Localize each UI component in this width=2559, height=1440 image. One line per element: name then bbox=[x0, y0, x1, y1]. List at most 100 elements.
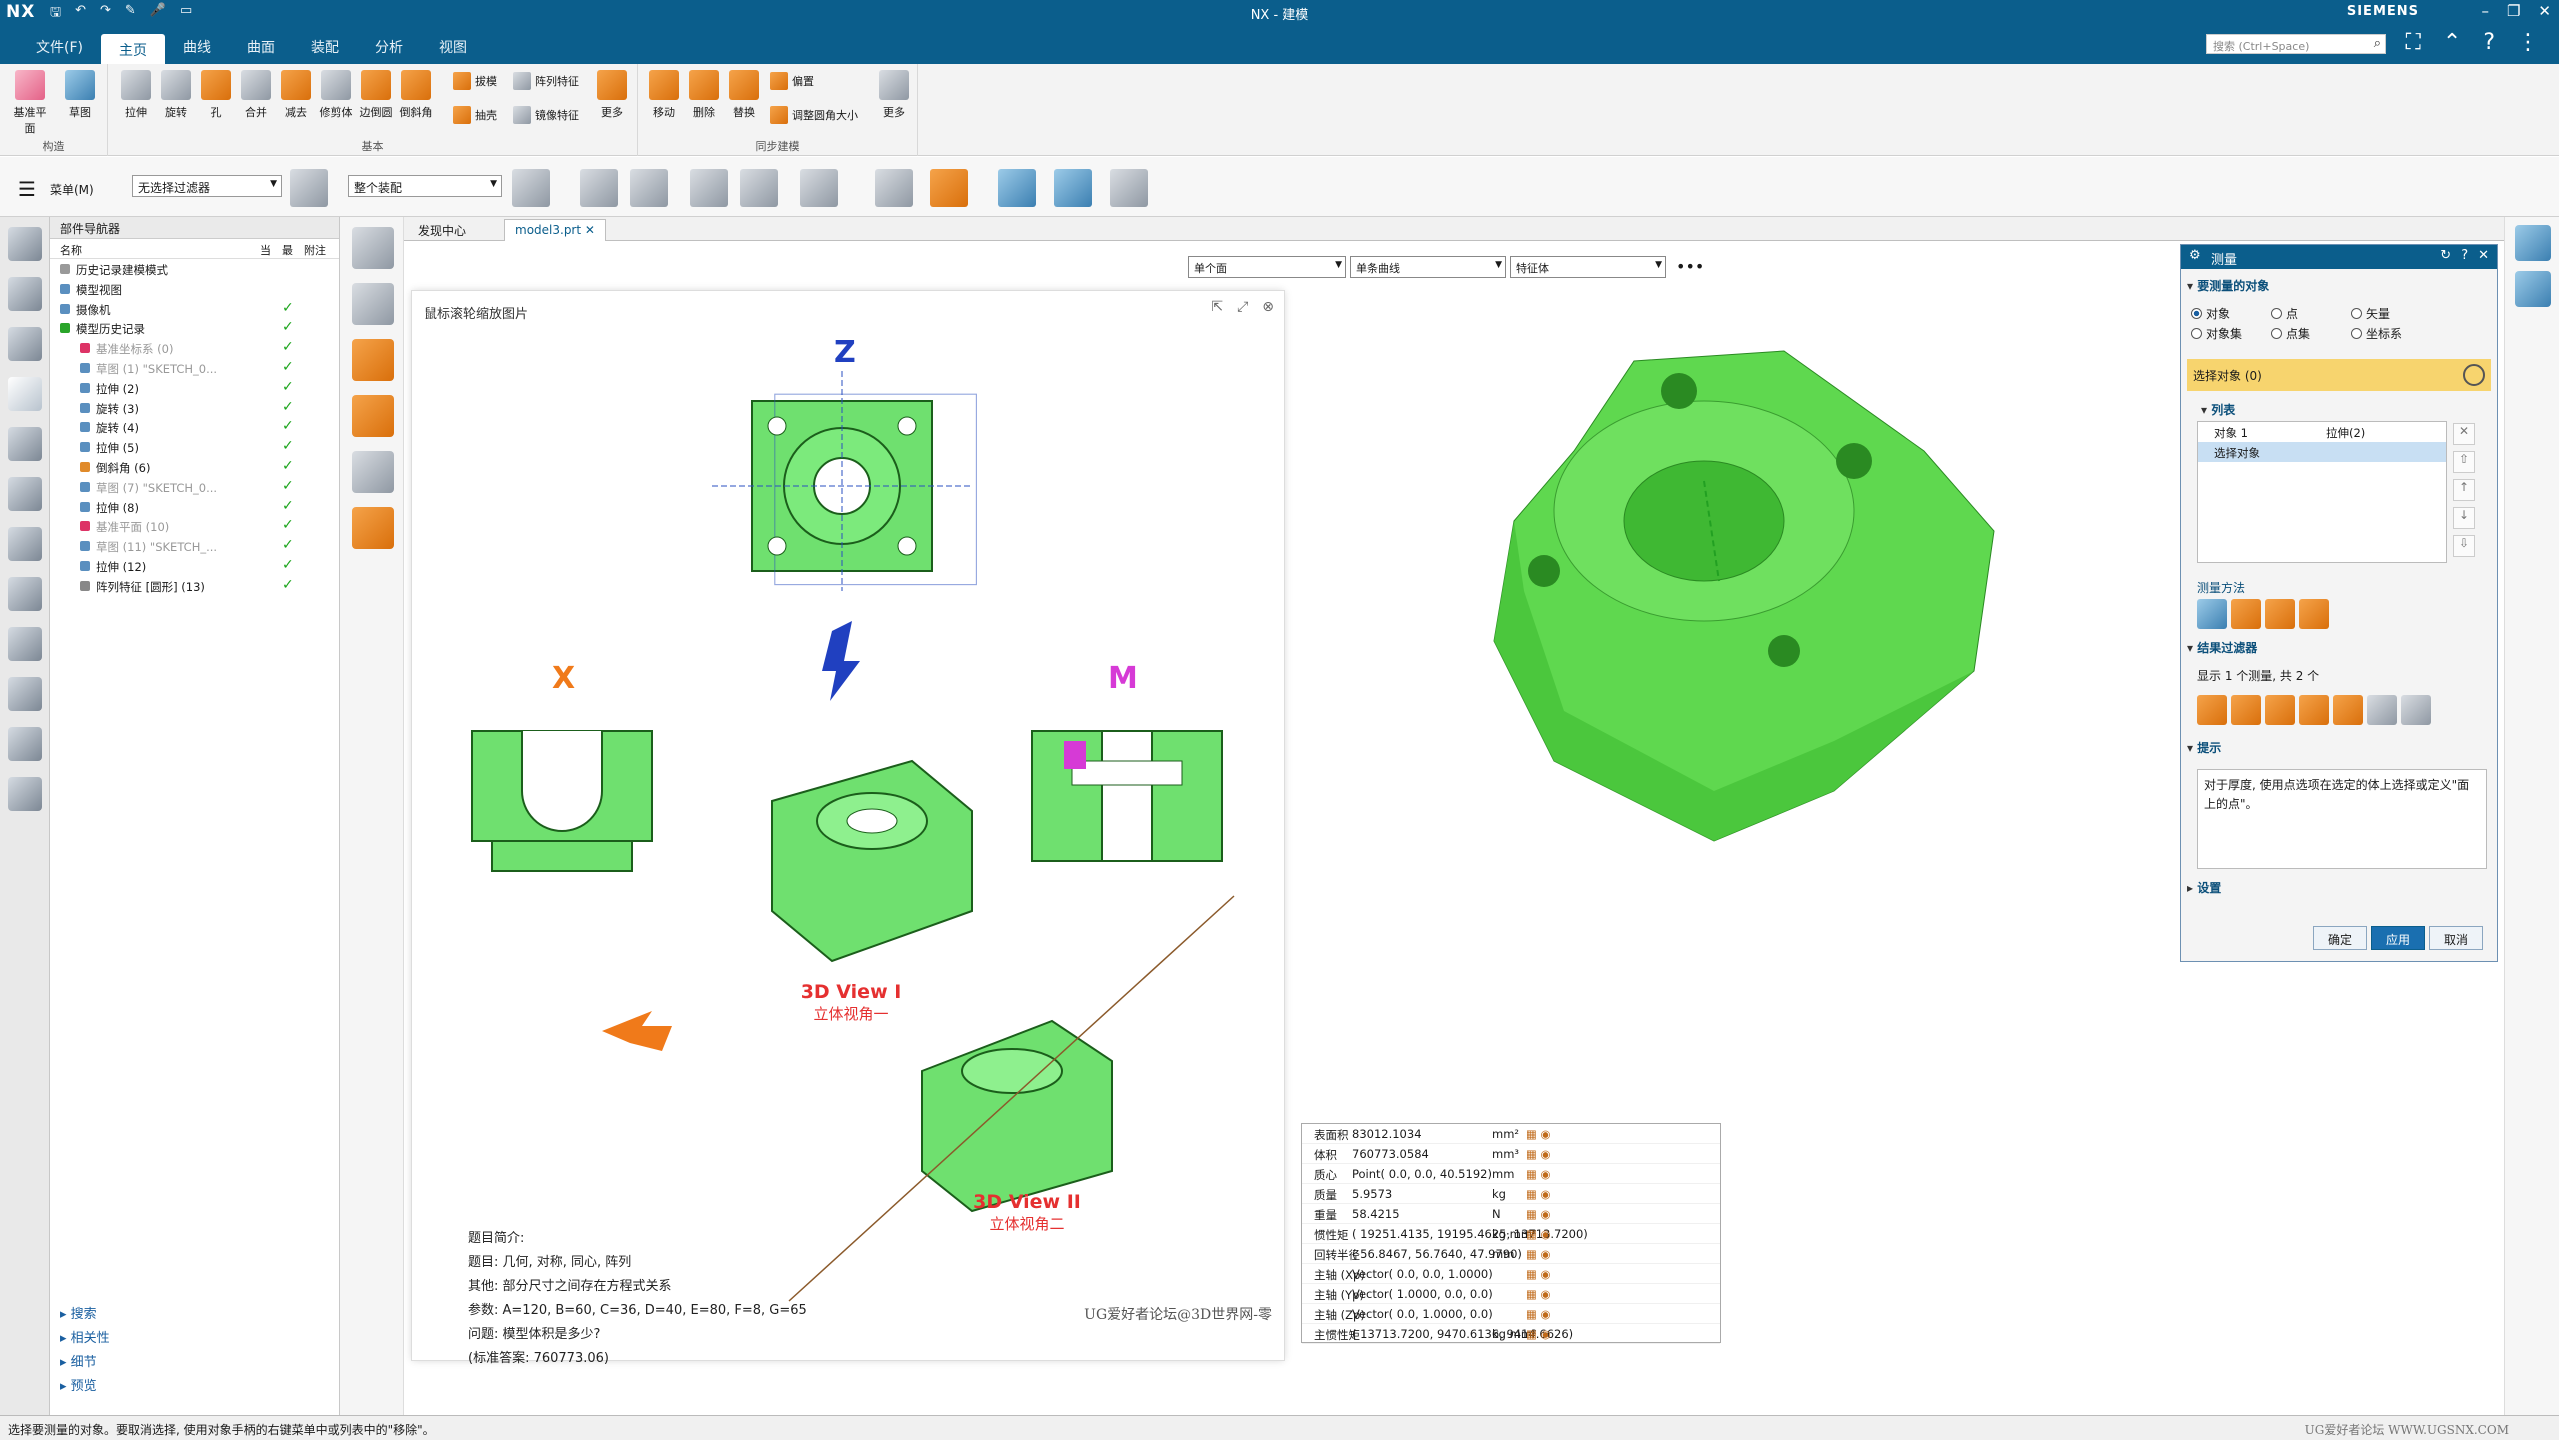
radio-option[interactable]: 矢量 bbox=[2351, 305, 2390, 322]
web-browser-icon[interactable] bbox=[8, 527, 42, 561]
result-actions-icon[interactable]: ▦ ◉ bbox=[1526, 1267, 1551, 1281]
navigator-row[interactable]: 拉伸 (5) ✓ bbox=[50, 437, 339, 457]
close-icon[interactable]: ✕ bbox=[2538, 2, 2551, 20]
menu-tab-0[interactable]: 文件(F) bbox=[18, 34, 101, 64]
navigator-panel-0[interactable]: ▸ 搜索 bbox=[50, 1299, 340, 1323]
result-actions-icon[interactable]: ▦ ◉ bbox=[1526, 1147, 1551, 1161]
filter-curve-icon[interactable] bbox=[2367, 695, 2397, 725]
result-row[interactable]: 主轴 (Xp) Vector( 0.0, 0.0, 1.0000) ▦ ◉ bbox=[1302, 1264, 1720, 1284]
navigator-row[interactable]: 基准坐标系 (0) ✓ bbox=[50, 338, 339, 358]
menu-button[interactable]: ☰ 菜单(M) bbox=[18, 177, 94, 201]
navigator-row[interactable]: 模型历史记录 ✓ bbox=[50, 318, 339, 338]
radio-option[interactable]: 点集 bbox=[2271, 325, 2310, 342]
face-rule-dropdown[interactable]: 单个面 ▼ bbox=[1188, 256, 1346, 278]
draft-button[interactable]: 拔模 bbox=[453, 72, 497, 90]
filter-volume-icon[interactable] bbox=[2299, 695, 2329, 725]
system-materials-icon[interactable] bbox=[8, 677, 42, 711]
delete-face-button[interactable]: 删除 bbox=[684, 70, 724, 120]
close-icon[interactable]: ✕ bbox=[2478, 248, 2489, 263]
radio-option[interactable]: 对象集 bbox=[2191, 325, 2242, 342]
radio-option[interactable]: 点 bbox=[2271, 305, 2298, 322]
navigator-panel-1[interactable]: ▸ 相关性 bbox=[50, 1323, 340, 1347]
arc-center-icon[interactable] bbox=[800, 169, 838, 207]
column-latest[interactable]: 最 bbox=[282, 242, 293, 258]
filter-mass-icon[interactable] bbox=[2333, 695, 2363, 725]
apply-button[interactable]: 应用 bbox=[2371, 926, 2425, 950]
list-item[interactable]: 选择对象 bbox=[2198, 442, 2446, 462]
unite-button[interactable]: 合并 bbox=[236, 70, 276, 120]
filter-area-icon[interactable] bbox=[2265, 695, 2295, 725]
gear-icon[interactable]: ⚙ bbox=[2189, 248, 2201, 263]
result-actions-icon[interactable]: ▦ ◉ bbox=[1526, 1307, 1551, 1321]
close-icon[interactable]: ✕ bbox=[585, 223, 595, 237]
layout-icon[interactable] bbox=[8, 777, 42, 811]
result-row[interactable]: 主轴 (Yp) Vector( 1.0000, 0.0, 0.0) ▦ ◉ bbox=[1302, 1284, 1720, 1304]
resize-blend-button[interactable]: 调整圆角大小 bbox=[770, 106, 858, 124]
replace-face-button[interactable]: 替换 bbox=[724, 70, 764, 120]
reset-icon[interactable]: ↻ bbox=[2440, 248, 2451, 263]
offset-region-button[interactable]: 偏置 bbox=[770, 72, 814, 90]
more-basic-button[interactable]: 更多 bbox=[592, 70, 632, 120]
model-3d[interactable] bbox=[1454, 331, 2074, 911]
hole-button[interactable]: 孔 bbox=[196, 70, 236, 120]
roles-icon[interactable] bbox=[8, 727, 42, 761]
mirror-feature-button[interactable]: 镜像特征 bbox=[513, 106, 579, 124]
result-actions-icon[interactable]: ▦ ◉ bbox=[1526, 1227, 1551, 1241]
method-projected-icon[interactable] bbox=[2231, 599, 2261, 629]
extrude-button[interactable]: 拉伸 bbox=[116, 70, 156, 120]
menu-tab-1[interactable]: 主页 bbox=[100, 34, 165, 64]
result-actions-icon[interactable]: ▦ ◉ bbox=[1526, 1167, 1551, 1181]
settings-icon[interactable] bbox=[8, 227, 42, 261]
extrude-body-icon[interactable] bbox=[352, 339, 394, 381]
curve-tool-icon[interactable] bbox=[2515, 225, 2551, 261]
cylinder-icon[interactable] bbox=[352, 283, 394, 325]
edge-blend-button[interactable]: 边倒圆 bbox=[356, 70, 396, 120]
move-down-small-icon[interactable]: ⇩ bbox=[2453, 535, 2475, 557]
menu-tab-4[interactable]: 装配 bbox=[293, 34, 357, 64]
navigator-row[interactable]: 阵列特征 [圆形] (13) ✓ bbox=[50, 576, 339, 596]
constraint-navigator-icon[interactable] bbox=[8, 377, 42, 411]
filter-funnel-icon[interactable] bbox=[290, 169, 328, 207]
point-on-curve-icon[interactable] bbox=[690, 169, 728, 207]
filter-angle-icon[interactable] bbox=[2231, 695, 2261, 725]
column-notes[interactable]: 附注 bbox=[304, 242, 326, 258]
surface-tool-icon[interactable] bbox=[2515, 271, 2551, 307]
collapse-ribbon-icon[interactable]: ⌃ bbox=[2443, 30, 2461, 55]
sketch-button[interactable]: 草图 bbox=[60, 70, 100, 120]
navigator-row[interactable]: 拉伸 (12) ✓ bbox=[50, 556, 339, 576]
navigator-panel-2[interactable]: ▸ 细节 bbox=[50, 1347, 340, 1371]
navigator-row[interactable]: 草图 (7) "SKETCH_0... ✓ bbox=[50, 477, 339, 497]
navigator-row[interactable]: 草图 (11) "SKETCH_... ✓ bbox=[50, 536, 339, 556]
result-actions-icon[interactable]: ▦ ◉ bbox=[1526, 1327, 1551, 1341]
column-current[interactable]: 当 bbox=[260, 242, 271, 258]
result-row[interactable]: 表面积 83012.1034 mm² ▦ ◉ bbox=[1302, 1124, 1720, 1144]
help-icon[interactable]: ? bbox=[2461, 248, 2468, 263]
body-rule-dropdown[interactable]: 特征体 ▼ bbox=[1510, 256, 1666, 278]
hd3d-icon[interactable] bbox=[8, 477, 42, 511]
menu-tab-5[interactable]: 分析 bbox=[357, 34, 421, 64]
result-actions-icon[interactable]: ▦ ◉ bbox=[1526, 1187, 1551, 1201]
subtract-button[interactable]: 减去 bbox=[276, 70, 316, 120]
trim-body-button[interactable]: 修剪体 bbox=[316, 70, 356, 120]
navigator-row[interactable]: 旋转 (4) ✓ bbox=[50, 417, 339, 437]
filter-settings-icon[interactable] bbox=[2401, 695, 2431, 725]
navigator-panel-3[interactable]: ▸ 预览 bbox=[50, 1371, 340, 1395]
result-row[interactable]: 主轴 (Zp) Vector( 0.0, 1.0000, 0.0) ▦ ◉ bbox=[1302, 1304, 1720, 1324]
cube-view-icon[interactable] bbox=[352, 227, 394, 269]
search-icon[interactable]: ⌕ bbox=[2374, 36, 2381, 51]
type-filter-dropdown[interactable]: 无选择过滤器 ▼ bbox=[132, 175, 282, 197]
cube-snap-icon[interactable] bbox=[740, 169, 778, 207]
mesh-icon[interactable] bbox=[998, 169, 1036, 207]
solid-body-icon[interactable] bbox=[352, 507, 394, 549]
result-actions-icon[interactable]: ▦ ◉ bbox=[1526, 1207, 1551, 1221]
process-studio-icon[interactable] bbox=[8, 577, 42, 611]
revolve-button[interactable]: 旋转 bbox=[156, 70, 196, 120]
move-up-icon[interactable]: ⇧ bbox=[2453, 451, 2475, 473]
object-list[interactable]: 对象 1 拉伸(2) 选择对象 bbox=[2197, 421, 2447, 563]
crosshair-target-icon[interactable] bbox=[2463, 364, 2485, 386]
radio-option[interactable]: 对象 bbox=[2191, 305, 2230, 322]
snap-point-icon[interactable] bbox=[580, 169, 618, 207]
tab-discover[interactable]: 发现中心 bbox=[408, 219, 476, 241]
list-item[interactable]: 对象 1 拉伸(2) bbox=[2198, 422, 2446, 442]
command-search-input[interactable]: 搜索 (Ctrl+Space) ⌕ bbox=[2206, 34, 2386, 54]
